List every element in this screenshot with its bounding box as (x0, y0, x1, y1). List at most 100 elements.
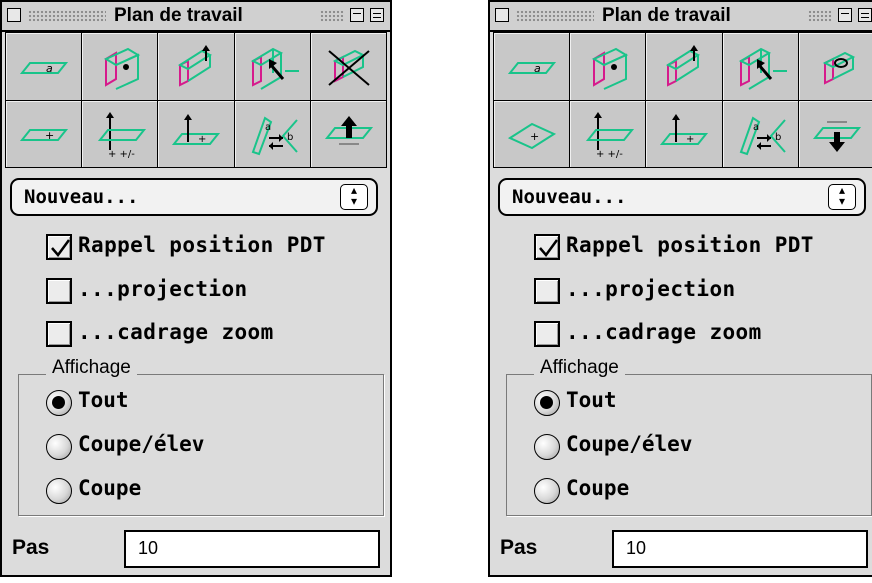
dropdown-value: Nouveau... (512, 186, 627, 208)
plane-angle-icon: a (20, 61, 69, 75)
svg-text:+ +/-: + +/- (596, 149, 623, 160)
plane-move-up-icon: + (172, 114, 221, 146)
plane-through-point-icon (104, 47, 141, 90)
tool-button[interactable] (798, 100, 872, 167)
checkmark-icon (539, 239, 559, 258)
plane-reset-crossed-icon (328, 49, 370, 86)
radio-label: Coupe (566, 476, 630, 500)
dropdown-arrows-icon: ▴ ▾ (828, 184, 856, 210)
tool-button[interactable]: ba (722, 100, 798, 167)
radio-label: Tout (566, 388, 617, 412)
svg-text:b: b (775, 132, 781, 143)
tool-button[interactable]: + (6, 100, 82, 167)
checkbox-box[interactable] (46, 234, 72, 260)
tool-button[interactable]: + +/- (570, 100, 646, 167)
plane-swap-icon: ba (251, 116, 298, 156)
group-title: Affichage (46, 357, 137, 379)
plane-perpendicular-icon (178, 44, 213, 87)
svg-text:+: + (686, 134, 694, 145)
step-label: Pas (12, 536, 50, 559)
tool-button[interactable]: a (494, 33, 570, 100)
plane-angle-icon: a (508, 61, 557, 75)
checkbox-box[interactable] (46, 321, 72, 347)
dropdown-arrows-icon: ▴ ▾ (340, 184, 368, 210)
checkbox-label: Rappel position PDT (566, 233, 814, 257)
tool-button[interactable] (82, 33, 158, 100)
svg-text:a: a (265, 122, 271, 133)
tool-button[interactable] (310, 33, 386, 100)
plane-raise-icon (324, 116, 373, 146)
radio-label: Coupe (78, 476, 142, 500)
tool-button[interactable]: ba (234, 100, 310, 167)
plane-move-vertical-icon: + +/- (98, 112, 147, 160)
tool-button[interactable] (798, 33, 872, 100)
close-box[interactable] (495, 8, 509, 22)
collapse-box[interactable] (838, 8, 852, 22)
radio-label: Tout (78, 388, 129, 412)
plane-offset-icon: + (20, 129, 69, 142)
checkbox-label: ...projection (566, 277, 736, 301)
tool-button[interactable]: + (646, 100, 722, 167)
radio-button[interactable] (534, 390, 560, 416)
tool-button[interactable] (722, 33, 798, 100)
window-title: Plan de travail (110, 5, 247, 27)
title-bar[interactable]: Plan de travail (2, 2, 390, 32)
svg-text:b: b (287, 132, 293, 143)
plane-lower-icon (812, 121, 861, 153)
tool-button[interactable] (646, 33, 722, 100)
radio-button[interactable] (534, 434, 560, 460)
plane-rotate-icon (738, 47, 787, 90)
title-bar[interactable]: Plan de travail (490, 2, 872, 32)
group-title: Affichage (534, 357, 625, 379)
tool-button[interactable] (234, 33, 310, 100)
tool-button[interactable] (570, 33, 646, 100)
step-input[interactable]: 10 (124, 530, 380, 568)
preset-dropdown[interactable]: Nouveau... ▴ ▾ (498, 178, 866, 216)
radio-button[interactable] (534, 478, 560, 504)
step-input[interactable]: 10 (612, 530, 868, 568)
checkbox-box[interactable] (46, 278, 72, 304)
zoom-box[interactable] (858, 8, 872, 22)
svg-text:a: a (534, 62, 541, 75)
palette-window-right: Plan de travail a + + +/- + ba Nouveau..… (488, 0, 872, 577)
plane-move-up-icon: + (660, 114, 709, 146)
plane-rotate-icon (250, 47, 299, 90)
collapse-box[interactable] (350, 8, 364, 22)
plane-perpendicular-icon (666, 44, 701, 87)
svg-text:+: + (198, 134, 206, 145)
tool-button[interactable]: + (158, 100, 234, 167)
checkbox-label: Rappel position PDT (78, 233, 326, 257)
title-grip (320, 10, 344, 22)
plane-swap-icon: ba (739, 116, 786, 156)
tool-button[interactable]: + +/- (82, 100, 158, 167)
radio-button[interactable] (46, 478, 72, 504)
svg-text:a: a (753, 122, 759, 133)
checkbox-box[interactable] (534, 234, 560, 260)
step-label: Pas (500, 536, 538, 559)
plane-through-point-icon (592, 47, 629, 90)
svg-text:+: + (530, 130, 539, 143)
zoom-box[interactable] (370, 8, 384, 22)
radio-button[interactable] (46, 434, 72, 460)
checkbox-label: ...cadrage zoom (566, 320, 762, 344)
tool-button[interactable]: + (494, 100, 570, 167)
svg-text:+: + (45, 129, 54, 142)
tool-grid: a + + +/- + ba (5, 32, 387, 168)
plane-lock-icon (822, 51, 856, 85)
svg-text:a: a (46, 62, 53, 75)
checkbox-box[interactable] (534, 321, 560, 347)
title-grip (516, 10, 594, 22)
title-grip (28, 10, 106, 22)
plane-tilted-icon: + (508, 123, 557, 150)
tool-button[interactable] (310, 100, 386, 167)
tool-button[interactable]: a (6, 33, 82, 100)
tool-button[interactable] (158, 33, 234, 100)
preset-dropdown[interactable]: Nouveau... ▴ ▾ (10, 178, 378, 216)
palette-window-left: Plan de travail a + + +/- + ba Nouveau..… (0, 0, 392, 577)
close-box[interactable] (7, 8, 21, 22)
checkmark-icon (51, 239, 71, 258)
checkbox-box[interactable] (534, 278, 560, 304)
checkbox-label: ...cadrage zoom (78, 320, 274, 344)
radio-button[interactable] (46, 390, 72, 416)
title-grip (808, 10, 832, 22)
